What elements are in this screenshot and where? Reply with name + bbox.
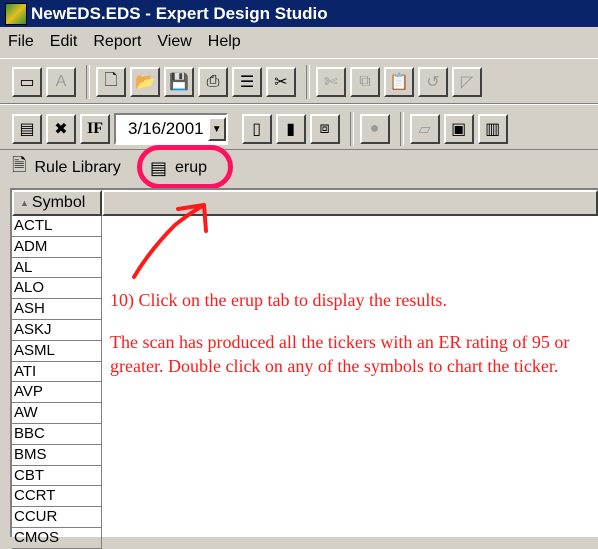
undo-icon[interactable]: ↺ (418, 67, 448, 97)
open-folder-icon[interactable]: 📂 (130, 67, 160, 97)
if-icon[interactable]: IF (80, 114, 110, 144)
annotation-arrow-icon (132, 203, 208, 279)
document-icon: 🗎 (12, 155, 27, 175)
column-header-symbol[interactable]: ▲ Symbol (12, 190, 102, 216)
font-icon[interactable]: A (46, 67, 76, 97)
menu-bar: File Edit Report View Help (0, 27, 598, 57)
toolbar-row-2-buttons: ▤ ✖ IF 3/16/2001 ▼ ▯ ▮ ⧈ ● ▱ ▣ ▥ (12, 112, 512, 146)
sort-ascending-icon: ▲ (20, 198, 29, 208)
tab-rule-library[interactable]: 🗎 Rule Library (12, 154, 121, 182)
menu-report[interactable]: Report (85, 33, 149, 51)
table-row[interactable]: ASKJ (12, 319, 102, 341)
scan-remove-icon[interactable]: ✖ (46, 114, 76, 144)
menu-help[interactable]: Help (200, 33, 249, 51)
table-row[interactable]: ATI (12, 361, 102, 383)
toolbar-separator (86, 65, 90, 99)
toolbar-row-1-buttons: ▭ A 🗋 📂 💾 ⎙ ☰ ✂ ✄ ⧉ 📋 ↺ ◸ (12, 65, 486, 99)
stop-icon[interactable]: ● (359, 114, 390, 144)
save-icon[interactable]: 💾 (164, 67, 194, 97)
window-title: NewEDS.EDS - Expert Design Studio (31, 3, 328, 23)
cascade-icon[interactable]: ⧈ (309, 114, 340, 144)
cut-icon[interactable]: ✄ (316, 67, 346, 97)
table-row[interactable]: CMOS (12, 527, 102, 549)
annotation-step: 10) Click on the erup tab to display the… (110, 290, 447, 310)
table-row[interactable]: BBC (12, 423, 102, 445)
menu-edit[interactable]: Edit (42, 33, 86, 51)
highlight-circle (137, 145, 233, 189)
copy-icon[interactable]: ⧉ (350, 67, 380, 97)
table-row[interactable]: ASML (12, 340, 102, 362)
table-row[interactable]: CBT (12, 465, 102, 487)
app-icon (5, 2, 27, 25)
table-row[interactable]: CCUR (12, 507, 102, 528)
toolbar-separator (399, 112, 404, 146)
annotation-note: The scan has produced all the tickers wi… (110, 332, 570, 376)
table-row[interactable]: AVP (12, 382, 102, 404)
column-header-label: Symbol (31, 194, 86, 211)
table-row[interactable]: ASH (12, 299, 102, 320)
menu-file[interactable]: File (0, 33, 42, 51)
title-bar: NewEDS.EDS - Expert Design Studio (0, 0, 598, 27)
menu-view[interactable]: View (149, 33, 199, 51)
instruction-annotation: 10) Click on the erup tab to display the… (110, 288, 590, 396)
table-row[interactable]: ADM (12, 236, 102, 258)
report-icon[interactable]: ▣ (443, 114, 474, 144)
link-icon[interactable]: ◸ (452, 67, 482, 97)
properties-icon[interactable]: ☰ (232, 67, 262, 97)
table-row[interactable]: BMS (12, 444, 102, 466)
tab-rule-library-label: Rule Library (34, 159, 121, 176)
table-row[interactable]: AW (12, 403, 102, 424)
print-icon[interactable]: ⎙ (198, 67, 228, 97)
if-label: IF (87, 120, 103, 137)
paste-icon[interactable]: 📋 (384, 67, 414, 97)
tab-strip: 🗎 Rule Library ▤ erup (0, 150, 598, 186)
symbol-list: ACTL ADM AL ALO ASH ASKJ ASML ATI AVP AW… (12, 216, 102, 549)
scan-icon[interactable]: ▤ (12, 114, 42, 144)
tools-icon[interactable]: ✂ (266, 67, 296, 97)
new-file-icon[interactable]: 🗋 (96, 67, 126, 97)
date-value[interactable]: 3/16/2001 (116, 119, 208, 139)
calendar-day-icon[interactable]: ▮ (275, 114, 306, 144)
table-row[interactable]: AL (12, 257, 102, 279)
table-row[interactable]: CCRT (12, 486, 102, 508)
table-row[interactable]: ALO (12, 278, 102, 300)
calendar-icon[interactable]: ▯ (241, 114, 272, 144)
chart-icon[interactable]: ▱ (409, 114, 440, 144)
toolbar-separator (306, 65, 310, 99)
toolbar-separator (349, 112, 354, 146)
chevron-down-icon[interactable]: ▼ (207, 117, 226, 141)
columns-icon[interactable]: ▥ (477, 114, 508, 144)
date-picker[interactable]: 3/16/2001 ▼ (114, 113, 228, 145)
table-row[interactable]: ACTL (12, 216, 102, 237)
window-icon[interactable]: ▭ (12, 67, 42, 97)
